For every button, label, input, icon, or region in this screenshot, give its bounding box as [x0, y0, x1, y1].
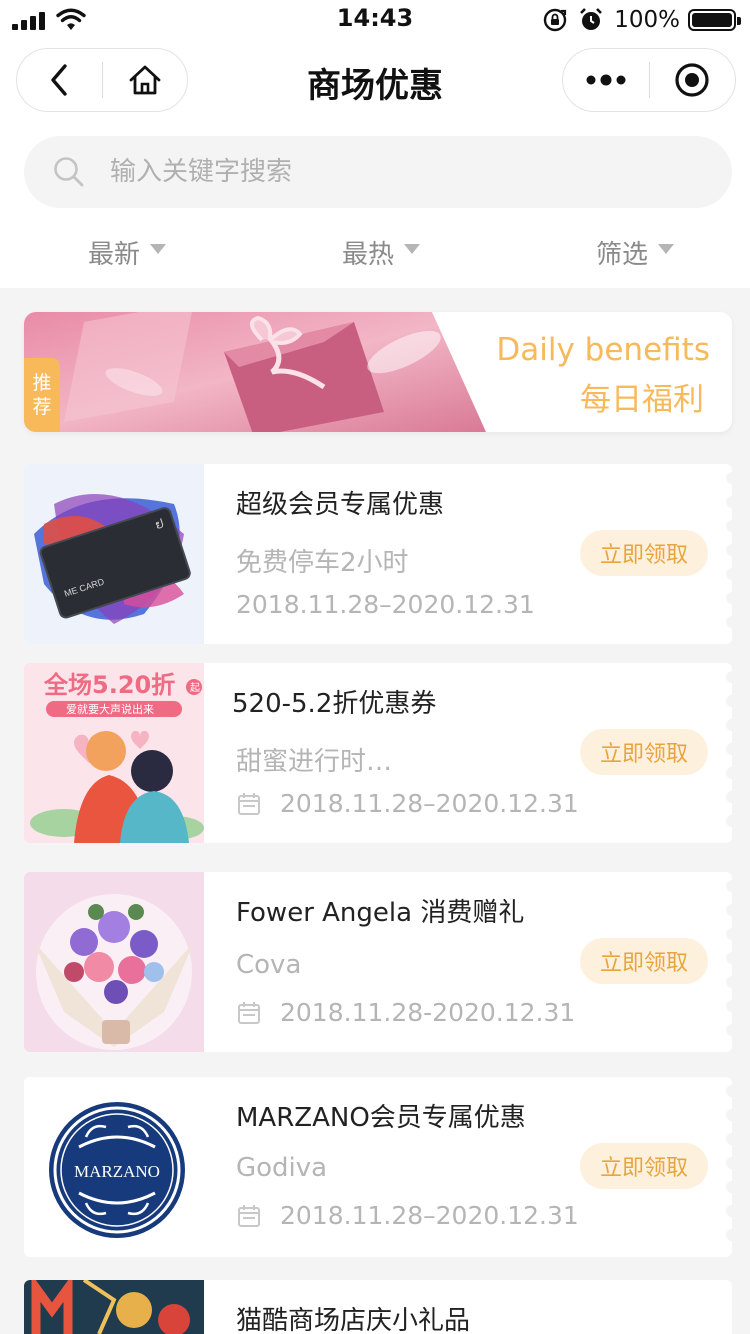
coupon-title: 520-5.2折优惠券	[232, 689, 437, 719]
more-dots-icon	[586, 74, 626, 86]
claim-button[interactable]: 立即领取	[580, 1143, 708, 1189]
close-miniprogram-button[interactable]	[650, 49, 736, 111]
banner-title-cn: 每日福利	[580, 382, 704, 418]
logo-text: MARZANO	[74, 1162, 160, 1181]
calendar-icon	[238, 1001, 260, 1024]
tab-hottest[interactable]: 最热	[342, 224, 421, 280]
search-icon	[54, 157, 84, 187]
home-icon	[129, 65, 161, 95]
coupon-subtitle: Godiva	[236, 1153, 328, 1183]
coupon-card[interactable]: 猫酷商场店庆小礼品	[24, 1280, 732, 1334]
coupon-title: MARZANO会员专属优惠	[236, 1103, 526, 1133]
coupon-card[interactable]: 全场5.20折 起 爱就要大声说出来 520-5.2折优惠券 甜蜜进行时… 20…	[24, 663, 732, 843]
tab-filter[interactable]: 筛选	[596, 224, 675, 280]
coupon-date: 2018.11.28–2020.12.31	[236, 1201, 579, 1230]
coupon-subtitle: 甜蜜进行时…	[236, 747, 393, 777]
svg-text:起: 起	[190, 682, 200, 694]
tab-label: 最热	[342, 239, 395, 270]
rotation-lock-icon	[544, 8, 567, 32]
marzano-logo-image: MARZANO	[24, 1077, 204, 1257]
coupon-subtitle: Cova	[236, 950, 302, 980]
coupon-card[interactable]: Fower Angela 消费赠礼 Cova 2018.11.28-2020.1…	[24, 872, 732, 1052]
coupon-date: 2018.11.28–2020.12.31	[236, 789, 579, 818]
nav-capsule-right	[562, 48, 736, 112]
calendar-icon	[238, 792, 260, 815]
more-button[interactable]	[563, 49, 649, 111]
coupon-date: 2018.11.28–2020.12.31	[236, 590, 535, 619]
battery-icon	[688, 9, 741, 31]
status-bar: 14:43 100%	[0, 0, 750, 40]
couple-promo-image: 全场5.20折 起 爱就要大声说出来	[24, 663, 204, 843]
search-input[interactable]	[110, 157, 670, 187]
nav-capsule-left	[16, 48, 188, 112]
claim-button[interactable]: 立即领取	[580, 938, 708, 984]
tab-newest[interactable]: 最新	[88, 224, 167, 280]
banner-title-en: Daily benefits	[496, 332, 710, 368]
battery-percent: 100%	[614, 7, 680, 33]
filter-tabs: 最新 最热 筛选	[0, 224, 750, 280]
coupon-title: 猫酷商场店庆小礼品	[236, 1306, 471, 1334]
coupon-card[interactable]: ME CARD ຢ 超级会员专属优惠 免费停车2小时 2018.11.28–20…	[24, 464, 732, 644]
tab-label: 最新	[88, 239, 141, 270]
promo-image-text: 全场5.20折	[43, 671, 175, 699]
flower-bouquet-image	[24, 872, 204, 1052]
coupon-date: 2018.11.28-2020.12.31	[236, 998, 575, 1027]
claim-button[interactable]: 立即领取	[580, 530, 708, 576]
coupon-card[interactable]: MARZANO MARZANO会员专属优惠 Godiva 2018.11.28–…	[24, 1077, 732, 1257]
back-button[interactable]	[17, 49, 102, 111]
member-card-image: ME CARD ຢ	[24, 464, 204, 644]
coupon-title: Fower Angela 消费赠礼	[236, 898, 525, 928]
alarm-icon	[580, 8, 603, 30]
coupon-subtitle: 免费停车2小时	[236, 548, 409, 578]
tab-label: 筛选	[596, 239, 649, 270]
caret-down-icon	[658, 244, 675, 254]
search-bar	[24, 136, 732, 208]
coupon-title: 超级会员专属优惠	[236, 490, 445, 520]
header-area: 14:43 100% 商场优惠 输入关键字搜索 最新 最热 筛选	[0, 0, 750, 288]
chevron-left-icon	[51, 64, 67, 96]
home-button[interactable]	[103, 49, 188, 111]
calendar-icon	[238, 1204, 260, 1227]
daily-benefits-banner[interactable]: 推 荐 Daily benefits 每日福利	[24, 312, 732, 432]
svg-text:爱就要大声说出来: 爱就要大声说出来	[66, 702, 154, 716]
caret-down-icon	[150, 244, 167, 254]
recommend-tag: 推 荐	[24, 358, 60, 432]
anniversary-gift-image	[24, 1280, 204, 1334]
claim-button[interactable]: 立即领取	[580, 729, 708, 775]
target-close-icon	[675, 63, 709, 97]
caret-down-icon	[404, 244, 421, 254]
